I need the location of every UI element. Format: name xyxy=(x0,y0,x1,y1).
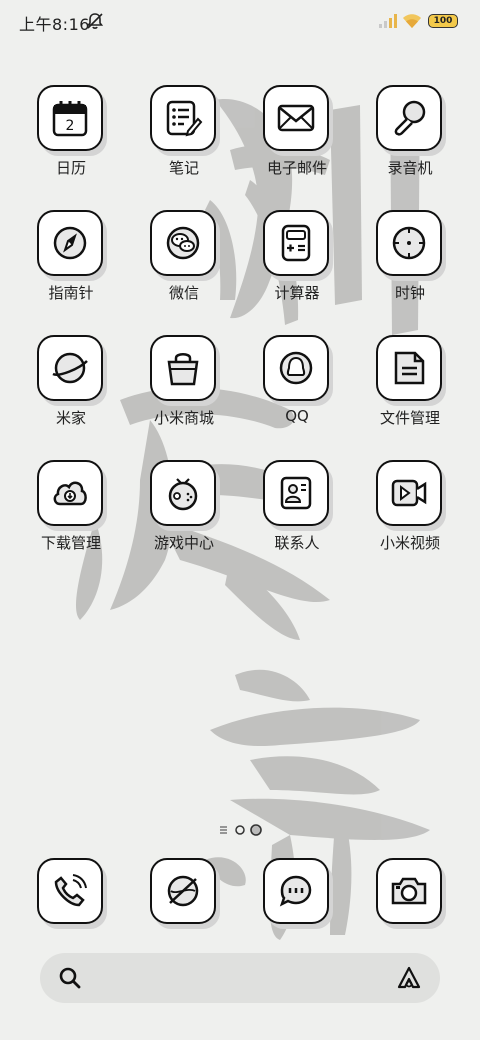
status-bar: 上午8:16 100 xyxy=(0,0,480,42)
calculator-icon xyxy=(281,224,311,262)
app-label: 联系人 xyxy=(274,534,320,552)
phone-icon xyxy=(54,874,87,907)
video-camera-icon xyxy=(391,479,427,507)
app-tile xyxy=(263,460,329,526)
app-tile xyxy=(37,460,103,526)
camera-icon xyxy=(391,877,427,905)
app-label: 指南针 xyxy=(48,284,94,302)
app-tile xyxy=(263,335,329,401)
app-tile xyxy=(376,335,442,401)
app-contacts[interactable]: 联系人 xyxy=(241,460,353,580)
app-label: 电子邮件 xyxy=(266,159,327,177)
app-tile xyxy=(263,210,329,276)
browser-planet-icon xyxy=(167,875,199,907)
dock-browser[interactable] xyxy=(128,858,240,928)
assistant-icon[interactable] xyxy=(395,965,423,991)
app-label: QQ xyxy=(285,407,309,425)
game-controller-icon xyxy=(168,478,198,511)
message-bubble-icon xyxy=(279,875,312,907)
app-label: 计算器 xyxy=(274,284,320,302)
app-label: 小米商城 xyxy=(153,409,214,427)
app-mi-video[interactable]: 小米视频 xyxy=(354,460,466,580)
app-mi-store[interactable]: 小米商城 xyxy=(128,335,240,455)
mail-icon xyxy=(277,104,315,132)
app-tile xyxy=(150,85,216,151)
app-tile xyxy=(376,858,442,924)
compass-icon xyxy=(53,226,87,260)
app-tile xyxy=(263,858,329,924)
cloud-download-icon xyxy=(53,481,87,506)
app-tile xyxy=(376,85,442,151)
mute-bell-icon xyxy=(86,13,104,29)
app-label: 下载管理 xyxy=(40,534,101,552)
app-label: 时钟 xyxy=(394,284,425,302)
app-label: 小米视频 xyxy=(379,534,440,552)
app-tile: 2 xyxy=(37,85,103,151)
battery-icon: 100 xyxy=(428,14,458,28)
shopping-bag-icon xyxy=(167,353,199,386)
app-download-manager[interactable]: 下载管理 xyxy=(15,460,127,580)
calendar-day: 2 xyxy=(66,118,75,134)
app-email[interactable]: 电子邮件 xyxy=(241,85,353,205)
app-tile xyxy=(37,858,103,924)
app-qq[interactable]: QQ xyxy=(241,335,353,455)
app-file-manager[interactable]: 文件管理 xyxy=(354,335,466,455)
dock-camera[interactable] xyxy=(354,858,466,928)
app-compass[interactable]: 指南针 xyxy=(15,210,127,330)
qq-penguin-icon xyxy=(279,351,313,385)
search-icon[interactable] xyxy=(58,966,82,990)
app-label: 录音机 xyxy=(387,159,433,177)
app-wechat[interactable]: 微信 xyxy=(128,210,240,330)
app-label: 米家 xyxy=(55,409,86,427)
wechat-icon xyxy=(166,226,200,260)
wifi-icon xyxy=(403,14,421,28)
page-indicator[interactable] xyxy=(218,823,268,837)
search-bar[interactable] xyxy=(40,953,440,1003)
status-time: 上午8:16 xyxy=(19,15,90,34)
battery-level: 100 xyxy=(433,16,453,26)
app-calculator[interactable]: 计算器 xyxy=(241,210,353,330)
app-notes[interactable]: 笔记 xyxy=(128,85,240,205)
app-tile xyxy=(37,335,103,401)
app-label: 微信 xyxy=(168,284,199,302)
app-tile xyxy=(150,210,216,276)
app-tile xyxy=(37,210,103,276)
app-game-center[interactable]: 游戏中心 xyxy=(128,460,240,580)
app-tile xyxy=(376,210,442,276)
app-tile xyxy=(150,335,216,401)
microphone-icon xyxy=(394,100,426,136)
app-label: 笔记 xyxy=(168,159,199,177)
file-icon xyxy=(394,351,425,385)
contact-card-icon xyxy=(280,476,312,510)
dock-messages[interactable] xyxy=(241,858,353,928)
app-tile xyxy=(150,460,216,526)
notes-icon xyxy=(166,100,203,137)
signal-icon xyxy=(379,14,397,28)
planet-icon xyxy=(52,352,88,384)
app-tile xyxy=(263,85,329,151)
app-label: 文件管理 xyxy=(379,409,440,427)
calendar-icon: 2 xyxy=(52,101,88,137)
app-tile xyxy=(376,460,442,526)
app-mijia[interactable]: 米家 xyxy=(15,335,127,455)
app-clock[interactable]: 时钟 xyxy=(354,210,466,330)
app-label: 日历 xyxy=(55,159,86,177)
dock-phone[interactable] xyxy=(15,858,127,928)
app-recorder[interactable]: 录音机 xyxy=(354,85,466,205)
app-label: 游戏中心 xyxy=(153,534,214,552)
clock-icon xyxy=(392,226,426,260)
app-calendar[interactable]: 2 日历 xyxy=(15,85,127,205)
app-tile xyxy=(150,858,216,924)
